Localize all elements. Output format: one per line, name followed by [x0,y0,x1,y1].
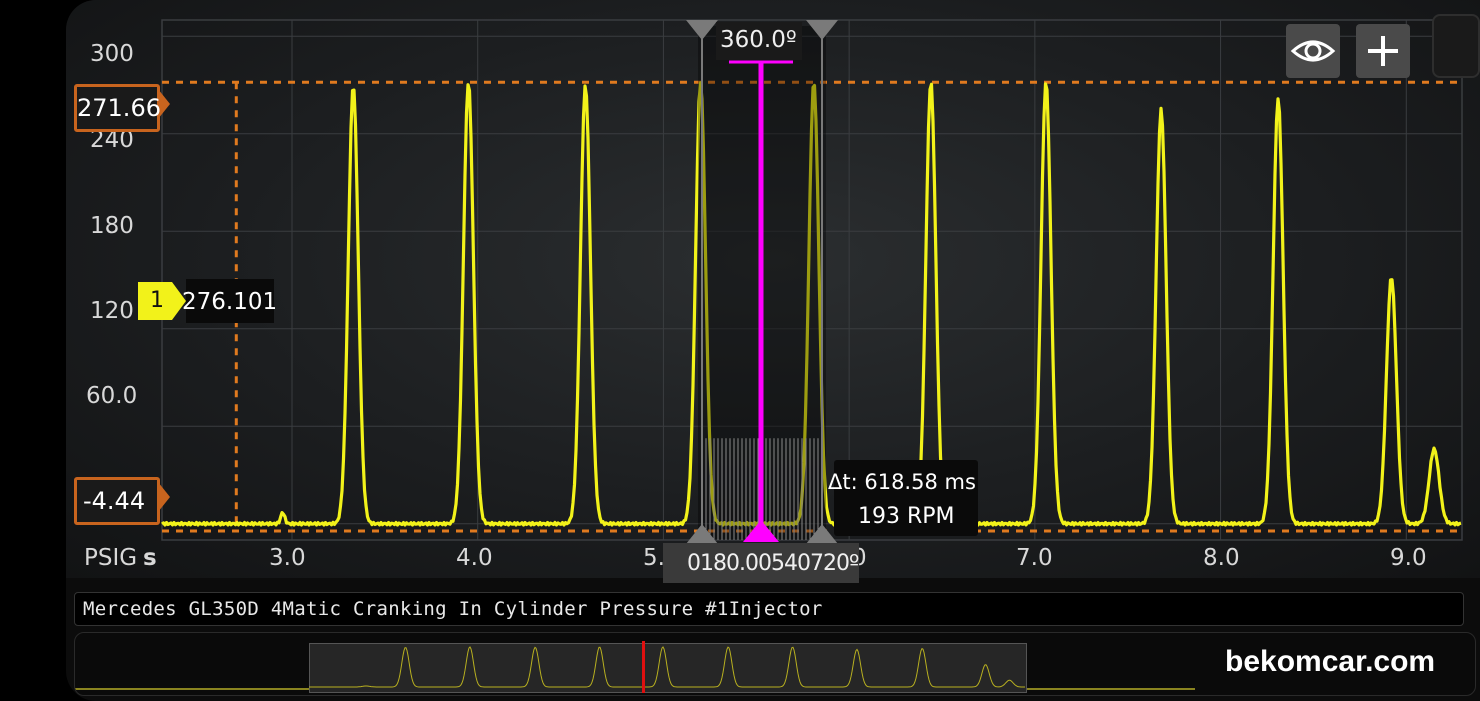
drag-handle[interactable] [1432,14,1480,78]
overview-window-trace [309,646,1025,688]
lower-cursor-label[interactable]: -4.44 [74,477,160,525]
x-tick-4: 4.0 [456,545,493,571]
y-tick-300: 300 [90,41,134,67]
trace-title: Mercedes GL350D 4Matic Cranking In Cylin… [83,598,823,620]
x-unit-label: s [143,545,157,571]
x-tick-3: 3.0 [269,545,306,571]
bottom-angle-box: 0180.00540720º [663,543,859,583]
overview-strip[interactable]: bekomcar.com [74,632,1476,696]
eye-button[interactable] [1286,24,1340,78]
delta-time-value: Δt: 618.58 ms [828,470,976,494]
upper-cursor-label[interactable]: 271.66 [74,84,161,132]
plus-icon [1368,36,1398,66]
angle-label-value: 360.0º [720,27,797,53]
bottom-angle-value: 0180.00540720º [687,551,859,576]
scope-device: 300 240 180 120 60.0 3.0 4.0 5.0 6.0 7.0… [66,0,1480,701]
y-tick-120: 120 [90,298,134,324]
x-tick-8: 8.0 [1203,545,1240,571]
trace-title-bar: Mercedes GL350D 4Matic Cranking In Cylin… [74,592,1464,626]
scope-display [66,0,1480,578]
overview-cursor[interactable] [642,641,645,693]
channel-readout-value: 276.101 [182,289,278,315]
y-tick-180: 180 [90,213,134,239]
waveform-plot[interactable] [66,0,1480,578]
y-unit-label: PSIG [84,545,138,571]
channel-number: 1 [150,288,164,313]
channel-readout: 276.101 [182,279,277,323]
x-tick-9: 9.0 [1390,545,1427,571]
y-tick-60: 60.0 [86,383,138,409]
angle-label: 360.0º [716,22,802,60]
rpm-value: 193 RPM [858,504,955,529]
add-button[interactable] [1356,24,1410,78]
x-tick-7: 7.0 [1016,545,1053,571]
overview-window-waveform [309,646,1025,688]
upper-cursor-value: 271.66 [77,94,161,122]
lower-cursor-value: -4.44 [83,487,146,515]
channel-marker[interactable]: 1 [138,282,172,320]
watermark: bekomcar.com [1225,645,1436,678]
eye-icon [1290,40,1336,62]
delta-time-box: Δt: 618.58 ms 193 RPM [828,460,978,536]
